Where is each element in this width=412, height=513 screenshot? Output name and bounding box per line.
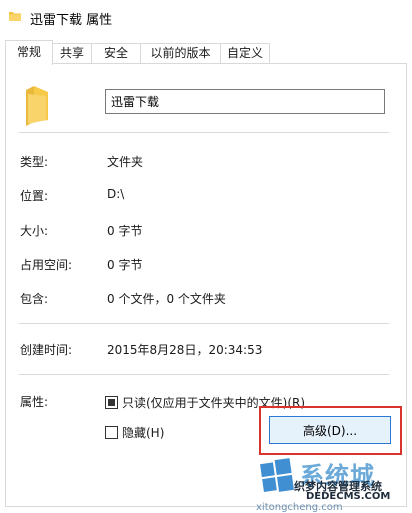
- window-title: 迅雷下载 属性: [30, 13, 113, 28]
- watermark: 系统城 织梦内容管理系统 DEDECMS.COM xitongcheng.com: [256, 456, 412, 513]
- hidden-checkbox[interactable]: [105, 425, 118, 439]
- tab-customize[interactable]: 自定义: [220, 43, 270, 64]
- folder-icon: [9, 12, 21, 21]
- location-value: D:\: [107, 187, 125, 201]
- folder-name-input[interactable]: [105, 89, 385, 114]
- separator: [19, 374, 389, 375]
- watermark-site: DEDECMS.COM: [306, 491, 391, 502]
- tab-previous-versions[interactable]: 以前的版本: [140, 43, 221, 64]
- readonly-checkbox[interactable]: [105, 395, 118, 409]
- title-bar: 迅雷下载 属性: [0, 0, 412, 34]
- separator: [19, 132, 389, 133]
- hidden-label: 隐藏(H): [122, 425, 165, 440]
- created-label: 创建时间:: [20, 343, 73, 357]
- separator: [19, 323, 389, 324]
- type-value: 文件夹: [107, 155, 144, 169]
- contains-value: 0 个文件，0 个文件夹: [107, 292, 226, 306]
- contains-label: 包含:: [20, 292, 49, 306]
- tab-strip: 常规 共享 安全 以前的版本 自定义: [0, 40, 412, 65]
- watermark-url: xitongcheng.com: [256, 502, 343, 513]
- type-label: 类型:: [20, 155, 49, 169]
- windows-logo-icon: [260, 458, 294, 492]
- created-value: 2015年8月28日，20:34:53: [107, 343, 263, 357]
- size-label: 大小:: [20, 224, 49, 238]
- size-on-disk-label: 占用空间:: [20, 258, 73, 272]
- folder-large-icon: [26, 86, 48, 126]
- size-value: 0 字节: [107, 224, 143, 238]
- advanced-button[interactable]: 高级(D)...: [269, 416, 391, 444]
- tab-general[interactable]: 常规: [5, 40, 53, 65]
- tab-sharing[interactable]: 共享: [52, 43, 92, 64]
- size-on-disk-value: 0 字节: [107, 258, 143, 272]
- tab-security[interactable]: 安全: [91, 43, 141, 64]
- attributes-label: 属性:: [20, 395, 49, 409]
- hidden-checkbox-row[interactable]: 隐藏(H): [105, 424, 164, 440]
- location-label: 位置:: [20, 189, 49, 203]
